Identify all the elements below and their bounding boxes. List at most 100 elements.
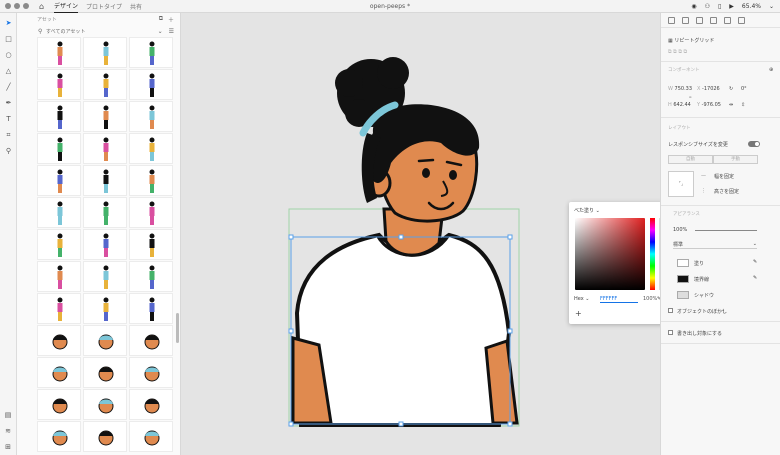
selection-handle[interactable]	[507, 234, 513, 240]
flip-horizontal-icon[interactable]: ⇹	[729, 102, 733, 108]
asset-thumbnail[interactable]	[129, 133, 173, 164]
asset-thumbnail[interactable]	[83, 37, 127, 68]
asset-thumbnail[interactable]	[129, 101, 173, 132]
asset-thumbnail[interactable]	[83, 293, 127, 324]
asset-thumbnail[interactable]	[37, 389, 81, 420]
pen-tool-icon[interactable]: ✒	[3, 98, 14, 109]
library-icon[interactable]: ⧉	[159, 15, 163, 24]
play-icon[interactable]: ▶	[729, 3, 734, 10]
zoom-level[interactable]: 65.4%	[742, 3, 761, 10]
invite-icon[interactable]: ⚇	[705, 3, 710, 10]
tab-share[interactable]: 共有	[130, 0, 142, 13]
asset-thumbnail[interactable]	[37, 165, 81, 196]
asset-thumbnail[interactable]	[83, 261, 127, 292]
blend-mode-select[interactable]: 標準 ⌄	[673, 241, 757, 249]
asset-thumbnail[interactable]	[83, 101, 127, 132]
export-checkbox[interactable]	[668, 330, 673, 335]
zoom-tool-icon[interactable]: ⚲	[3, 146, 14, 157]
assets-scrollbar[interactable]	[176, 313, 179, 343]
opacity-input[interactable]: 100%	[643, 296, 657, 302]
asset-search-input[interactable]: すべてのアセット	[46, 28, 85, 35]
pin-width-icon[interactable]: —	[701, 173, 706, 179]
asset-thumbnail[interactable]	[37, 133, 81, 164]
asset-thumbnail[interactable]	[37, 229, 81, 260]
hue-slider[interactable]	[650, 218, 655, 290]
asset-thumbnail[interactable]	[83, 229, 127, 260]
user-icon[interactable]: ◉	[691, 3, 696, 10]
asset-thumbnail[interactable]	[129, 165, 173, 196]
asset-thumbnail[interactable]	[83, 389, 127, 420]
home-icon[interactable]: ⌂	[39, 2, 48, 11]
asset-thumbnail[interactable]	[129, 197, 173, 228]
manual-button[interactable]: 手動	[713, 155, 758, 164]
responsive-resize-toggle[interactable]	[748, 141, 760, 147]
lock-aspect-icon[interactable]: ⚭	[688, 95, 692, 101]
rotation-field[interactable]: 0°	[741, 86, 747, 92]
add-asset-icon[interactable]: ＋	[168, 15, 174, 24]
asset-thumbnail[interactable]	[37, 325, 81, 356]
asset-thumbnail[interactable]	[37, 197, 81, 228]
tab-prototype[interactable]: プロトタイプ	[86, 0, 122, 13]
fill-type-dropdown[interactable]: べた塗り ⌄	[574, 207, 600, 214]
chevron-down-icon[interactable]: ⌄	[721, 307, 725, 313]
x-field[interactable]: X -17026	[697, 86, 720, 92]
fill-swatch[interactable]	[677, 259, 689, 267]
repeat-grid-button[interactable]: ▦ リピートグリッド	[668, 37, 714, 44]
border-swatch[interactable]	[677, 275, 689, 283]
shadow-swatch[interactable]	[677, 291, 689, 299]
fill-eyedropper-icon[interactable]: ✎	[753, 259, 757, 265]
selection-handle[interactable]	[507, 328, 513, 334]
flip-vertical-icon[interactable]: ⇳	[741, 102, 745, 108]
selection-handle[interactable]	[398, 421, 404, 427]
constraints-widget[interactable]: ⌜⌟	[668, 171, 694, 197]
selection-handle[interactable]	[288, 328, 294, 334]
asset-thumbnail[interactable]	[83, 325, 127, 356]
selection-handle[interactable]	[288, 421, 294, 427]
polygon-tool-icon[interactable]: △	[3, 66, 14, 77]
opacity-field[interactable]: 100%	[673, 227, 687, 233]
color-mode-select[interactable]: Hex ⌄	[574, 296, 594, 302]
tab-design[interactable]: デザイン	[54, 0, 79, 13]
select-tool-icon[interactable]: ➤	[3, 18, 14, 29]
minimize-window-button[interactable]	[14, 3, 20, 9]
rotate-icon[interactable]: ↻	[729, 86, 733, 92]
selection-handle[interactable]	[507, 421, 513, 427]
asset-thumbnail[interactable]	[83, 421, 127, 452]
align-middle-icon[interactable]	[724, 16, 731, 24]
asset-thumbnail[interactable]	[37, 357, 81, 388]
text-tool-icon[interactable]: T	[3, 114, 14, 125]
selection-handle[interactable]	[398, 234, 404, 240]
align-left-icon[interactable]	[668, 16, 675, 24]
align-top-icon[interactable]	[710, 16, 717, 24]
asset-thumbnail[interactable]	[83, 69, 127, 100]
border-eyedropper-icon[interactable]: ✎	[753, 275, 757, 281]
line-tool-icon[interactable]: ╱	[3, 82, 14, 93]
assets-panel-icon[interactable]: ▤	[2, 409, 14, 421]
selection-handle[interactable]	[288, 234, 294, 240]
layers-panel-icon[interactable]: ≋	[2, 425, 14, 437]
artboard-tool-icon[interactable]: ⌗	[3, 130, 14, 141]
asset-thumbnail[interactable]	[129, 389, 173, 420]
asset-thumbnail[interactable]	[129, 357, 173, 388]
asset-thumbnail[interactable]	[129, 261, 173, 292]
asset-thumbnail[interactable]	[83, 197, 127, 228]
hex-input[interactable]: FFFFFF	[600, 296, 638, 303]
zoom-window-button[interactable]	[23, 3, 29, 9]
list-view-icon[interactable]: ☰	[169, 28, 174, 35]
pin-height-icon[interactable]: ⋮	[701, 188, 706, 194]
close-window-button[interactable]	[5, 3, 11, 9]
y-field[interactable]: Y -976.05	[697, 102, 721, 108]
plugins-panel-icon[interactable]: ⊞	[2, 441, 14, 453]
asset-thumbnail[interactable]	[37, 293, 81, 324]
asset-thumbnail[interactable]	[129, 69, 173, 100]
asset-thumbnail[interactable]	[37, 69, 81, 100]
asset-thumbnail[interactable]	[83, 357, 127, 388]
asset-thumbnail[interactable]	[129, 421, 173, 452]
asset-thumbnail[interactable]	[129, 37, 173, 68]
asset-thumbnail[interactable]	[129, 325, 173, 356]
asset-thumbnail[interactable]	[37, 101, 81, 132]
opacity-slider[interactable]	[695, 230, 757, 231]
align-center-icon[interactable]	[682, 16, 689, 24]
add-component-icon[interactable]: ⊕	[769, 67, 773, 73]
align-bottom-icon[interactable]	[738, 16, 745, 24]
